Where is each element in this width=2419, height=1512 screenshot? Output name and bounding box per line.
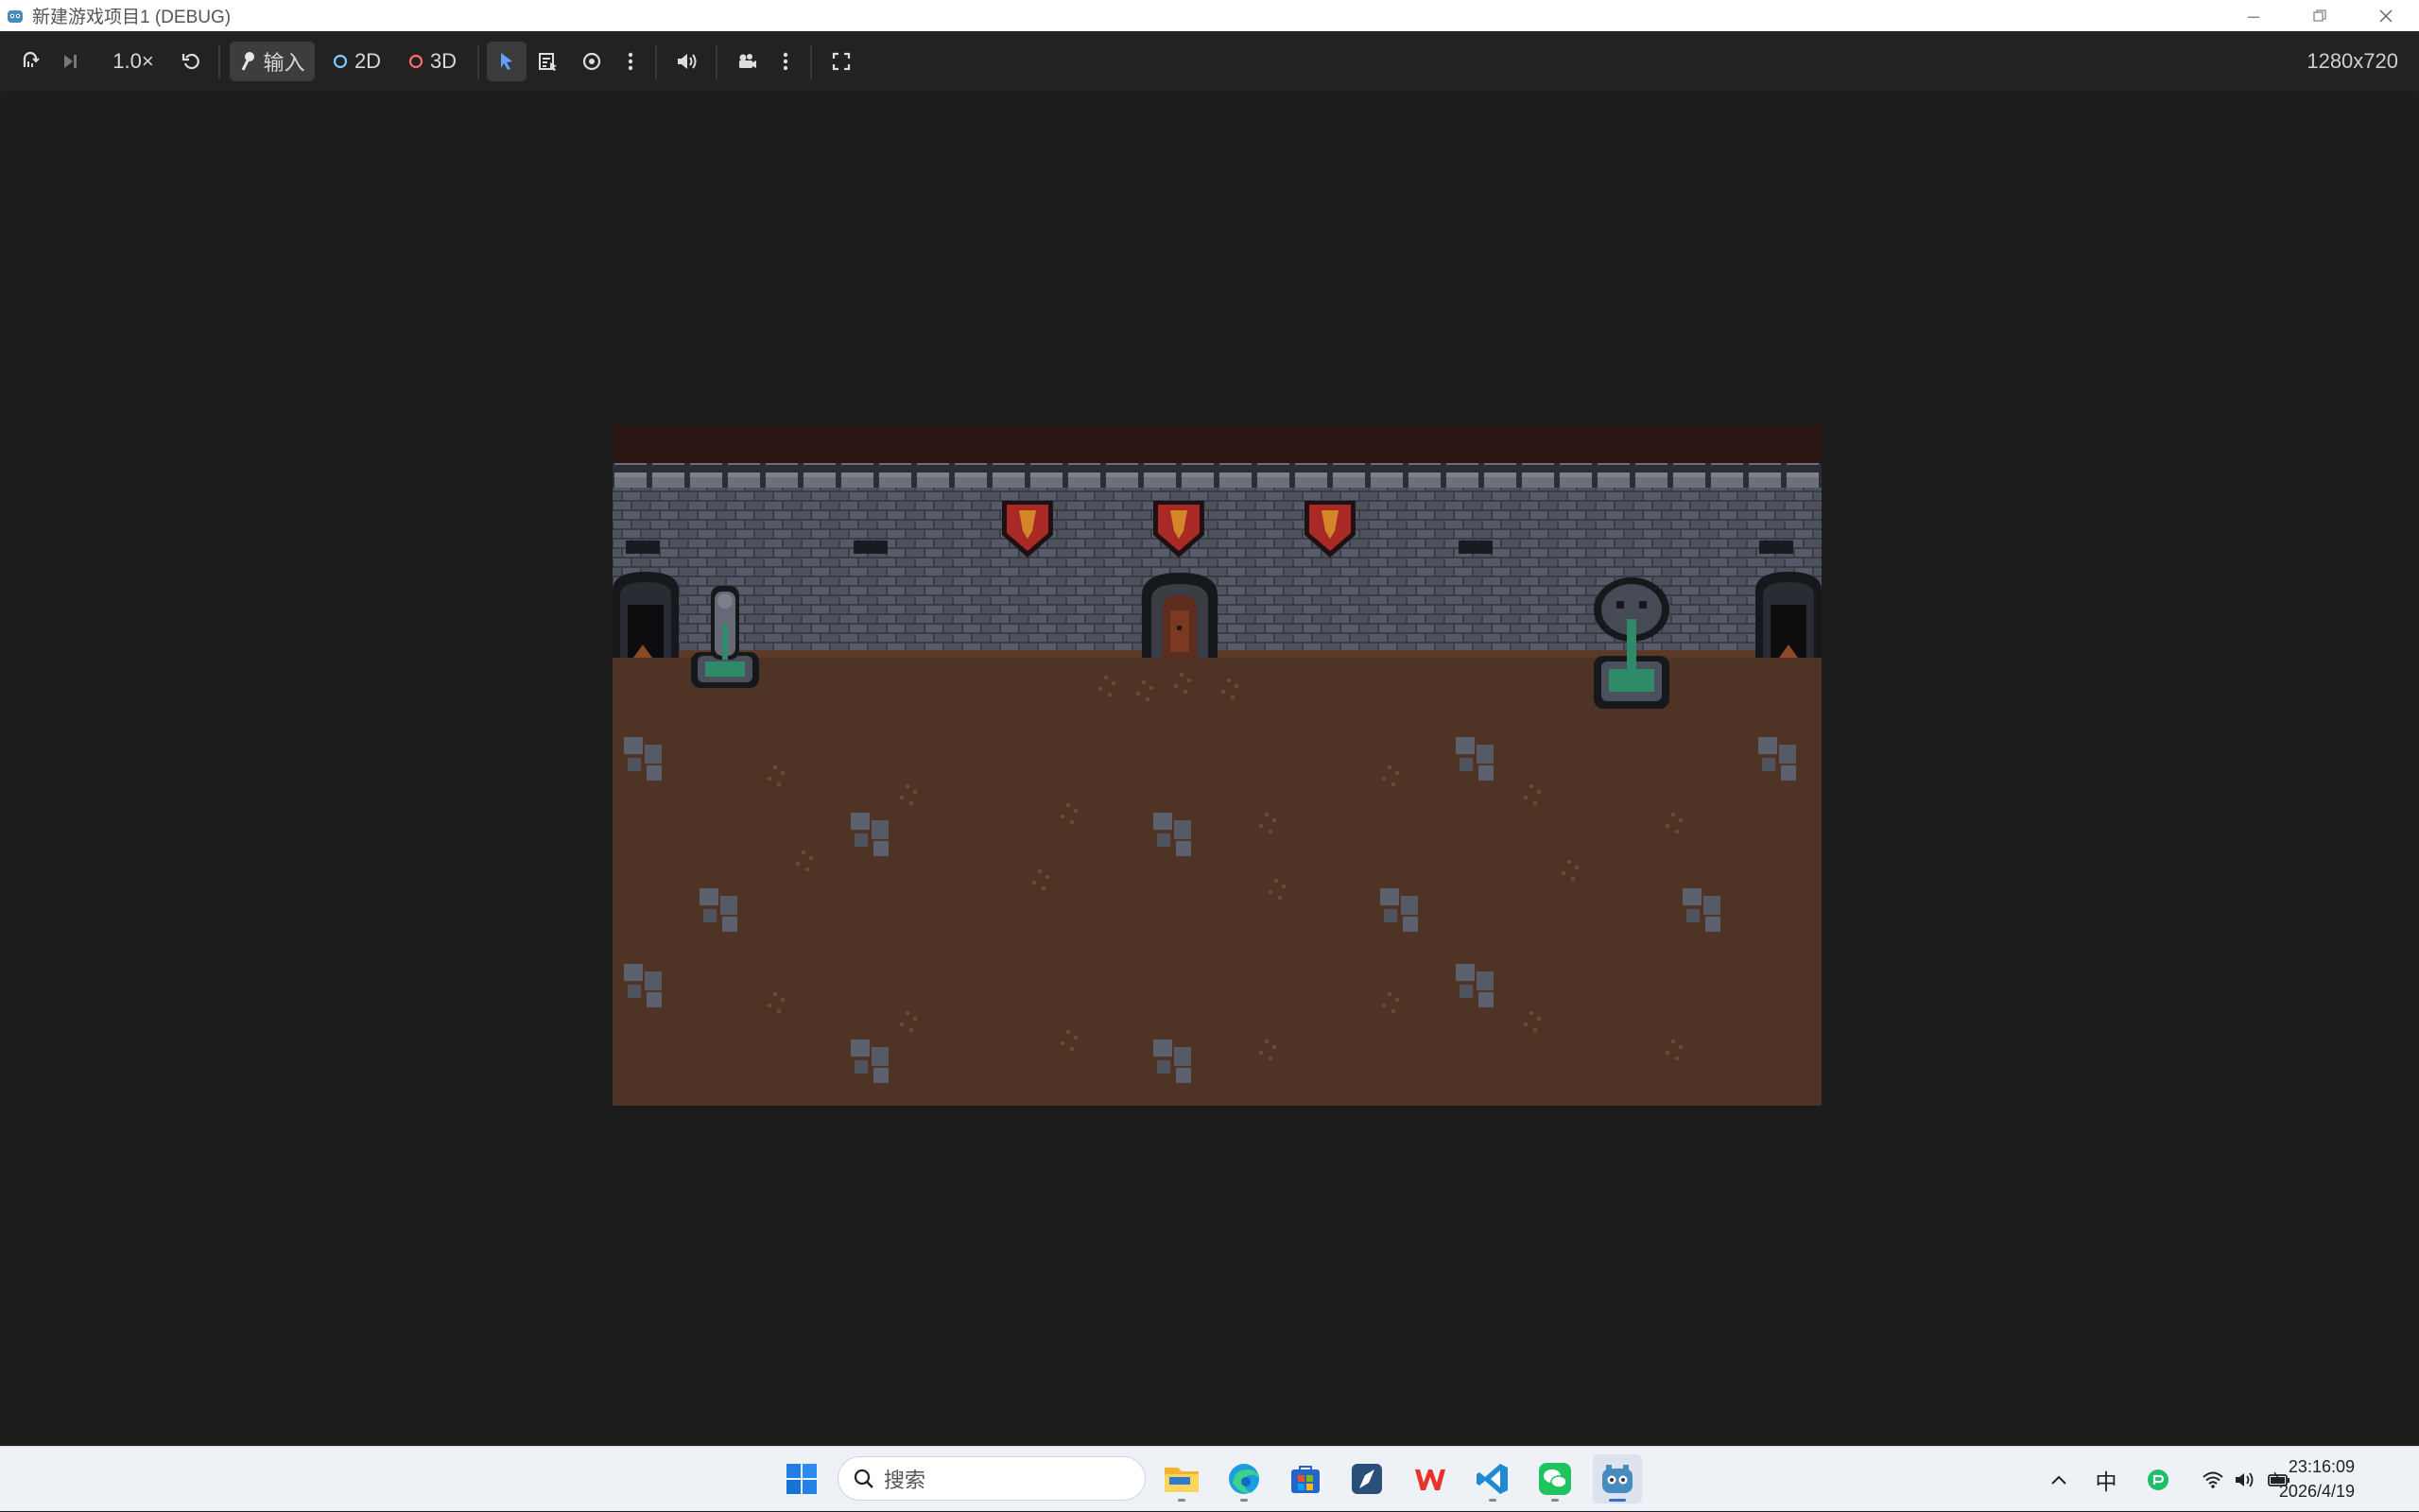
fullscreen-button[interactable]: [820, 42, 863, 81]
taskbar-wps[interactable]: [1406, 1454, 1455, 1503]
left-archway: [613, 572, 679, 658]
joystick-icon: [242, 52, 255, 71]
running-indicator: [1178, 1499, 1185, 1502]
taskbar-file-explorer[interactable]: [1157, 1454, 1206, 1503]
speed-label: 1.0×: [112, 49, 154, 73]
reset-icon: [181, 53, 199, 70]
compass-app-icon: [1352, 1464, 1382, 1494]
pause-loop-icon: [23, 51, 40, 67]
start-button[interactable]: [777, 1454, 826, 1503]
game-viewport[interactable]: [8, 92, 2411, 1441]
toolbar-separator: [655, 44, 657, 78]
cursor-arrow-icon: [501, 53, 512, 70]
wechat-icon: [1539, 1463, 1571, 1495]
ceiling: [613, 425, 1822, 463]
dungeon-scene-canvas: [613, 425, 1822, 1106]
right-archway: [1755, 572, 1822, 658]
speaker-icon: [2236, 1471, 2254, 1487]
mode-3d-label: 3D: [429, 49, 458, 73]
taskbar-godot[interactable]: [1593, 1454, 1642, 1503]
taskbar-vscode[interactable]: [1468, 1454, 1517, 1503]
visibility-button[interactable]: [570, 42, 613, 81]
restore-icon: [2313, 9, 2326, 22]
step-forward-icon: [64, 55, 77, 68]
fullscreen-icon: [832, 52, 851, 71]
ime-indicator[interactable]: 中: [2087, 1447, 2125, 1512]
godot-icon: [6, 7, 25, 26]
wall-capstones: [613, 463, 1822, 488]
green-app-tray-icon: [2148, 1469, 2168, 1490]
clock-date: 2026/4/19: [2278, 1482, 2355, 1501]
ime-label: 中: [2095, 1469, 2117, 1494]
folder-icon: [1165, 1468, 1199, 1492]
store-bag-icon: [1291, 1466, 1320, 1493]
taskbar-app-compass[interactable]: [1342, 1454, 1391, 1503]
running-indicator: [1240, 1499, 1248, 1502]
audio-mute-button[interactable]: [665, 42, 708, 81]
minimize-button[interactable]: –: [2220, 0, 2287, 31]
toolbar-separator: [716, 44, 717, 78]
taskbar-wechat[interactable]: [1530, 1454, 1580, 1503]
vscode-icon: [1477, 1464, 1508, 1494]
next-frame-button[interactable]: [50, 42, 90, 81]
godot-icon: [1602, 1465, 1633, 1493]
toolbar-separator: [218, 44, 220, 78]
search-placeholder: 搜索: [884, 1468, 926, 1492]
system-clock[interactable]: 23:16:09 2026/4/19: [2279, 1454, 2355, 1503]
eye-icon: [582, 52, 601, 71]
tray-app-green[interactable]: [2142, 1447, 2174, 1512]
dirt-floor: [613, 650, 1822, 1106]
mode-2d-button[interactable]: 2D: [319, 42, 394, 81]
speed-selector[interactable]: 1.0×: [95, 42, 171, 81]
windows-taskbar: 搜索 中 23:16:09 2026/4/19: [0, 1446, 2419, 1511]
options-menu-button[interactable]: [613, 42, 648, 81]
taskbar-search-box[interactable]: 搜索: [838, 1456, 1146, 1501]
kebab-menu-icon: [783, 52, 788, 71]
resolution-label: 1280x720: [2307, 49, 2398, 73]
mode-3d-button[interactable]: 3D: [394, 42, 470, 81]
speaker-icon: [678, 54, 697, 69]
input-label: 输入: [263, 51, 305, 75]
toolbar-separator: [810, 44, 812, 78]
game-scene[interactable]: [613, 425, 1822, 1106]
mode-2d-label: 2D: [354, 49, 382, 73]
select-mode-button[interactable]: [487, 42, 527, 81]
edge-browser-icon: [1229, 1464, 1259, 1494]
circle-2d-icon: [333, 54, 348, 69]
circle-3d-icon: [408, 54, 423, 69]
list-select-button[interactable]: [527, 42, 570, 81]
camera-override-button[interactable]: [725, 42, 769, 81]
kebab-menu-icon: [628, 52, 633, 71]
taskbar-store[interactable]: [1281, 1454, 1330, 1503]
input-toggle-button[interactable]: 输入: [230, 42, 315, 81]
list-select-icon: [539, 53, 557, 71]
wooden-door: [1142, 573, 1218, 658]
camera-options-button[interactable]: [769, 42, 803, 81]
camera-icon: [739, 54, 756, 68]
taskbar-edge[interactable]: [1219, 1454, 1269, 1503]
wps-office-icon: [1415, 1469, 1445, 1490]
clock-time: 23:16:09: [2288, 1457, 2355, 1476]
running-indicator: [1489, 1499, 1496, 1502]
reset-speed-button[interactable]: [171, 42, 211, 81]
window-titlebar: 新建游戏项目1 (DEBUG) –: [0, 0, 2419, 31]
chevron-up-icon: [2051, 1475, 2066, 1485]
wifi-status[interactable]: [2199, 1447, 2227, 1512]
active-indicator: [1609, 1499, 1626, 1502]
volume-status[interactable]: [2231, 1447, 2259, 1512]
search-icon: [854, 1469, 873, 1488]
game-toolbar: 1.0× 输入 2D 3D 1280x720: [0, 31, 2419, 92]
toolbar-separator: [477, 44, 479, 78]
suspend-button[interactable]: [10, 42, 50, 81]
tray-overflow-button[interactable]: [2046, 1447, 2072, 1512]
close-icon: [2379, 9, 2393, 23]
running-indicator: [1551, 1499, 1559, 1502]
close-button[interactable]: [2353, 0, 2419, 31]
minimize-icon: –: [2247, 3, 2260, 27]
windows-logo-icon: [786, 1464, 817, 1494]
restore-button[interactable]: [2287, 0, 2353, 31]
wifi-icon: [2203, 1471, 2223, 1488]
window-title: 新建游戏项目1 (DEBUG): [32, 8, 232, 27]
